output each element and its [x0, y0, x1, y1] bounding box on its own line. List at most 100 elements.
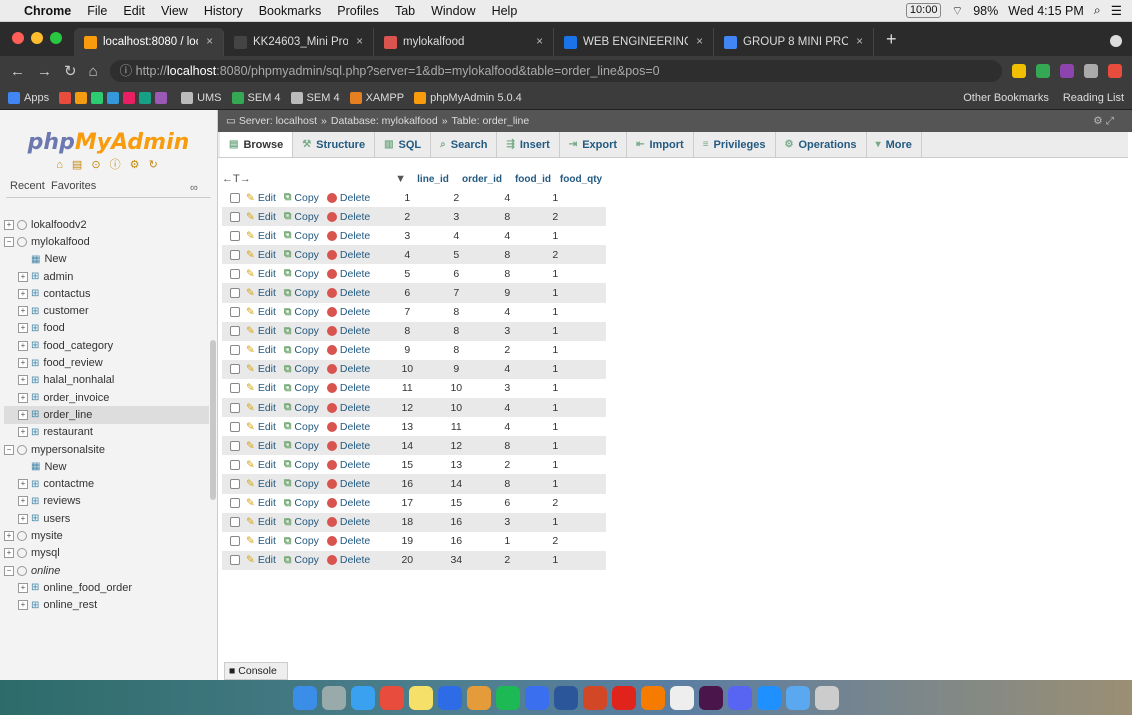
menu-file[interactable]: File	[87, 4, 107, 18]
tree-item-admin[interactable]: + ⊞ admin	[4, 268, 209, 285]
tree-item-users[interactable]: + ⊞ users	[4, 510, 209, 527]
cell-food-qty[interactable]: 1	[530, 306, 580, 318]
row-checkbox[interactable]	[230, 288, 240, 299]
cell-food-qty[interactable]: 1	[530, 363, 580, 375]
copy-button[interactable]: ⧉ Copy	[284, 439, 319, 452]
edit-button[interactable]: ✎ Edit	[246, 497, 276, 509]
gear-icon[interactable]: ⚙ ⤢	[1093, 115, 1114, 128]
edit-button[interactable]: ✎ Edit	[246, 287, 276, 299]
cell-food-qty[interactable]: 1	[530, 287, 580, 299]
cell-food-id[interactable]: 1	[484, 535, 530, 547]
sort-arrows-icon[interactable]: ←T→	[222, 173, 251, 185]
tree-item-new[interactable]: ▦ New	[4, 251, 209, 268]
delete-button[interactable]: Delete	[326, 211, 370, 223]
cell-food-qty[interactable]: 1	[530, 344, 580, 356]
copy-button[interactable]: ⧉ Copy	[284, 210, 319, 223]
bookmark-item[interactable]: SEM 4	[290, 91, 340, 104]
star-icon[interactable]	[1012, 64, 1026, 78]
browser-tab[interactable]: localhost:8080 / localhost ×	[74, 28, 224, 56]
menu-app[interactable]: Chrome	[24, 4, 71, 18]
expand-icon[interactable]: +	[18, 358, 28, 369]
copy-button[interactable]: ⧉ Copy	[284, 554, 319, 567]
tree-item-contactme[interactable]: + ⊞ contactme	[4, 475, 209, 492]
expand-icon[interactable]: +	[18, 271, 28, 282]
cell-food-qty[interactable]: 1	[530, 402, 580, 414]
cell-order-id[interactable]: 6	[428, 268, 484, 280]
expand-icon[interactable]: +	[18, 323, 28, 334]
cell-food-id[interactable]: 6	[484, 497, 530, 509]
delete-button[interactable]: Delete	[326, 459, 370, 471]
notion-icon[interactable]	[670, 685, 694, 710]
expand-icon[interactable]: +	[18, 496, 28, 507]
tab-insert[interactable]: ⇶ Insert	[497, 132, 560, 157]
cell-order-id[interactable]: 34	[428, 554, 484, 566]
crumb-table[interactable]: Table: order_line	[452, 115, 530, 127]
avatar[interactable]	[1108, 64, 1122, 78]
tree-item-food-category[interactable]: + ⊞ food_category	[4, 337, 209, 354]
delete-button[interactable]: Delete	[326, 268, 370, 280]
cell-food-qty[interactable]: 2	[530, 249, 580, 261]
favorites-tab[interactable]: Favorites	[51, 180, 96, 192]
menu-tab[interactable]: Tab	[395, 4, 415, 18]
minimize-window-icon[interactable]	[31, 32, 43, 44]
cell-order-id[interactable]: 10	[428, 382, 484, 394]
edit-button[interactable]: ✎ Edit	[246, 459, 276, 471]
expand-icon[interactable]: −	[4, 444, 14, 455]
cell-food-id[interactable]: 4	[484, 363, 530, 375]
bookmark-icons[interactable]	[59, 91, 171, 104]
cell-food-qty[interactable]: 1	[530, 516, 580, 528]
menu-profiles[interactable]: Profiles	[337, 4, 379, 18]
tree-item-mysite[interactable]: + mysite	[4, 527, 209, 544]
close-window-icon[interactable]	[12, 32, 24, 44]
cell-order-id[interactable]: 2	[428, 192, 484, 204]
copy-button[interactable]: ⧉ Copy	[284, 458, 319, 471]
row-checkbox[interactable]	[230, 421, 240, 432]
edit-button[interactable]: ✎ Edit	[246, 402, 276, 414]
tree-item-contactus[interactable]: + ⊞ contactus	[4, 285, 209, 302]
cell-food-qty[interactable]: 1	[530, 554, 580, 566]
tab-privileges[interactable]: ≡ Privileges	[694, 132, 776, 157]
xampp-icon[interactable]	[641, 685, 665, 710]
column-header-food-qty[interactable]: food_qty	[556, 174, 606, 185]
delete-button[interactable]: Delete	[326, 516, 370, 528]
copy-button[interactable]: ⧉ Copy	[284, 516, 319, 529]
cell-line-id[interactable]: 3	[386, 230, 428, 242]
cell-line-id[interactable]: 11	[386, 382, 428, 394]
row-checkbox[interactable]	[230, 230, 240, 241]
tree-item-food-review[interactable]: + ⊞ food_review	[4, 354, 209, 371]
word-icon[interactable]	[554, 685, 578, 710]
input-time[interactable]: 10:00	[905, 3, 942, 18]
cell-line-id[interactable]: 2	[386, 211, 428, 223]
itunes-icon[interactable]	[525, 685, 549, 710]
forward-icon[interactable]: →	[37, 63, 52, 80]
menu-bookmarks[interactable]: Bookmarks	[259, 4, 322, 18]
edit-button[interactable]: ✎ Edit	[246, 344, 276, 356]
wifi-icon[interactable]: ⌔	[951, 3, 963, 19]
copy-button[interactable]: ⧉ Copy	[284, 363, 319, 376]
tab-export[interactable]: ⇥ Export	[560, 132, 628, 157]
column-header-line-id[interactable]: line_id	[412, 174, 454, 185]
cell-order-id[interactable]: 8	[428, 306, 484, 318]
copy-button[interactable]: ⧉ Copy	[284, 344, 319, 357]
row-checkbox[interactable]	[230, 211, 240, 222]
delete-button[interactable]: Delete	[326, 249, 370, 261]
cell-line-id[interactable]: 9	[386, 344, 428, 356]
notes-icon[interactable]	[409, 685, 433, 710]
edit-button[interactable]: ✎ Edit	[246, 268, 276, 280]
copy-button[interactable]: ⧉ Copy	[284, 325, 319, 338]
menu-view[interactable]: View	[161, 4, 188, 18]
row-checkbox[interactable]	[230, 249, 240, 260]
app-store-icon[interactable]	[757, 685, 781, 710]
cell-food-qty[interactable]: 2	[530, 211, 580, 223]
sidebar-scrollbar[interactable]	[210, 340, 216, 500]
tab-import[interactable]: ⇤ Import	[627, 132, 694, 157]
tree-item-halal-nonhalal[interactable]: + ⊞ halal_nonhalal	[4, 372, 209, 389]
expand-icon[interactable]: −	[4, 236, 14, 247]
link-icon[interactable]: ∞	[190, 182, 198, 194]
expand-icon[interactable]: −	[4, 565, 14, 576]
cell-food-id[interactable]: 4	[484, 306, 530, 318]
control-center-icon[interactable]: ☰	[1111, 3, 1122, 18]
photos-icon[interactable]	[467, 685, 491, 710]
crumb-server[interactable]: Server: localhost	[239, 115, 317, 127]
cell-order-id[interactable]: 4	[428, 230, 484, 242]
